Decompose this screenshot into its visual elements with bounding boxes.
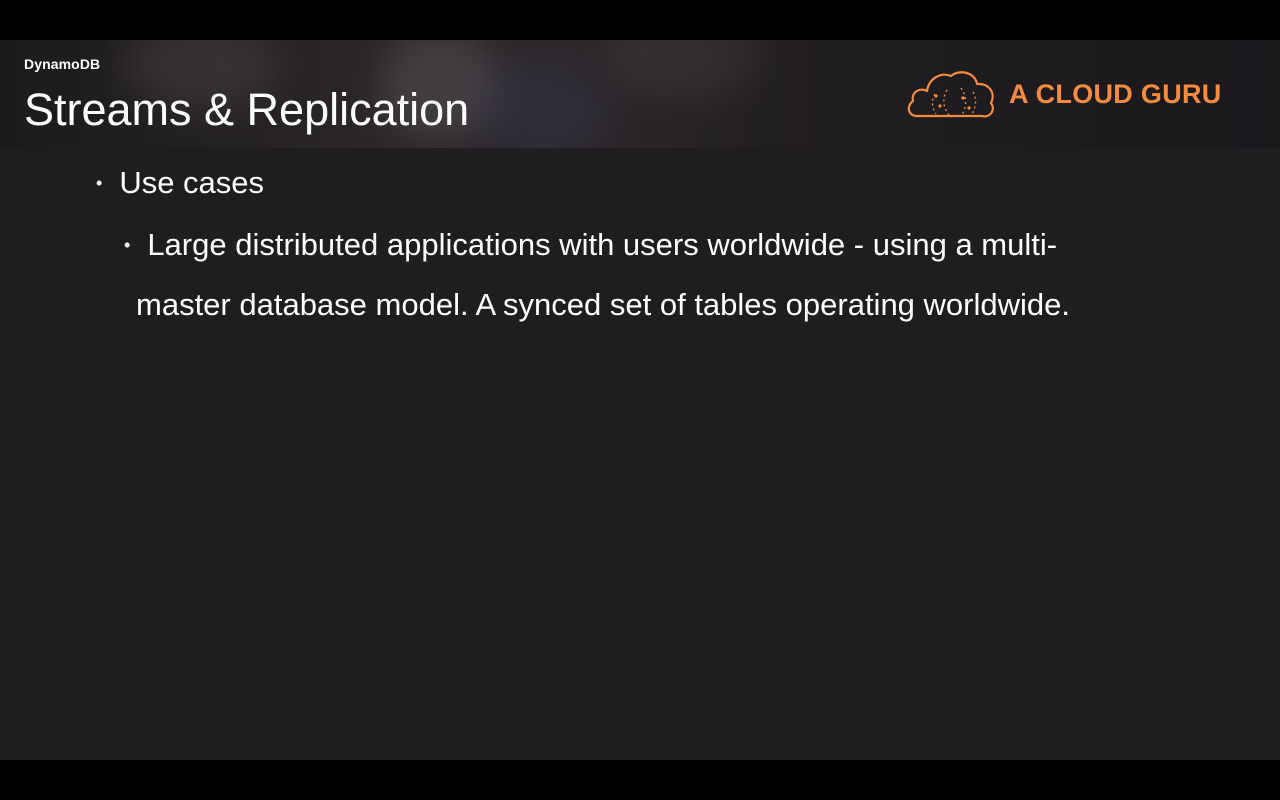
letterbox-bottom <box>0 760 1280 800</box>
list-item-level-2: • Large distributed applications with us… <box>124 226 1204 275</box>
bullet-icon: • <box>96 173 103 193</box>
page-title: Streams & Replication <box>24 84 470 135</box>
bullet-icon: • <box>124 235 131 255</box>
background-blur <box>470 60 610 148</box>
bullet-text: Use cases <box>119 165 265 200</box>
logo-text: A CLOUD GURU <box>1009 78 1222 109</box>
brand-logo: A CLOUD GURU <box>905 66 1245 122</box>
slide: DynamoDB Streams & Replication A CLOUD G… <box>0 40 1280 760</box>
bullet-text-line-2: master database model. A synced set of t… <box>136 287 1070 322</box>
list-item-level-1: • Use cases <box>96 164 264 202</box>
cloud-icon <box>907 71 994 118</box>
bullet-text-line-1: Large distributed applications with user… <box>147 227 1058 262</box>
background-blur <box>600 40 760 100</box>
section-label: DynamoDB <box>24 56 101 72</box>
slide-header: DynamoDB Streams & Replication A CLOUD G… <box>0 40 1280 148</box>
letterbox-top <box>0 0 1280 40</box>
